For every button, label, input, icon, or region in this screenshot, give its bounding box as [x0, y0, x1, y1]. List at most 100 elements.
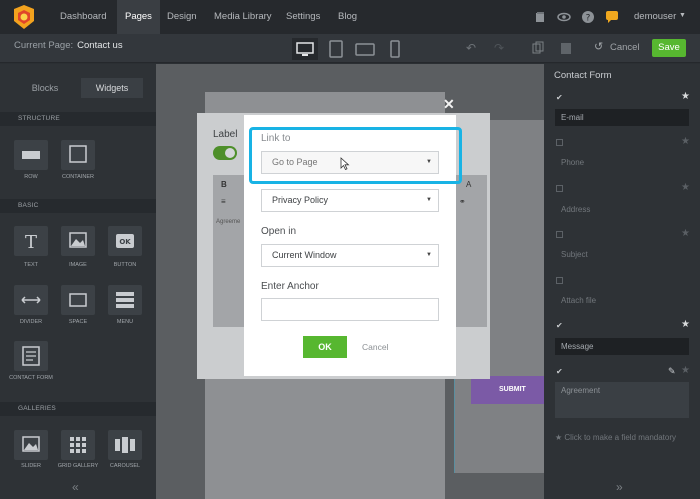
checkbox-email[interactable]: ✔ — [556, 94, 563, 102]
nav-dashboard[interactable]: Dashboard — [60, 0, 106, 34]
field-agreement[interactable]: Agreement — [555, 382, 689, 418]
nav-media-library[interactable]: Media Library — [214, 0, 272, 34]
svg-text:OK: OK — [119, 238, 131, 246]
widget-divider-label: DIVIDER — [19, 319, 43, 325]
toggle-knob — [225, 148, 235, 158]
star-icon[interactable]: ★ — [681, 228, 690, 239]
link-icon[interactable]: ⚭ — [459, 197, 466, 206]
checkbox-address[interactable] — [556, 185, 563, 192]
collapse-right-icon[interactable]: » — [616, 480, 623, 494]
widget-menu-label: MENU — [116, 319, 134, 325]
user-menu[interactable]: demouser — [634, 0, 676, 34]
copy-icon[interactable] — [532, 41, 544, 55]
submit-button-preview: SUBMIT — [471, 376, 544, 404]
field-email[interactable]: E-mail — [555, 109, 689, 126]
widget-slider-label: SLIDER — [21, 463, 41, 469]
section-galleries[interactable]: GALLERIES — [0, 402, 156, 416]
edit-icon[interactable]: ✎ — [668, 366, 676, 377]
field-subject[interactable]: Subject — [555, 246, 689, 263]
widget-row-label: ROW — [24, 174, 38, 180]
chevron-down-icon[interactable]: ▼ — [679, 12, 686, 19]
anchor-label: Enter Anchor — [261, 281, 319, 292]
help-icon[interactable]: ? — [581, 10, 595, 24]
current-page-indicator: Current Page: Contact us — [14, 40, 123, 51]
widget-space-label: SPACE — [68, 319, 88, 325]
text-color-icon[interactable]: A — [466, 180, 471, 189]
chevron-down-icon: ▼ — [426, 252, 432, 258]
widget-image[interactable] — [61, 226, 95, 256]
page-select[interactable]: Privacy Policy ▼ — [261, 189, 439, 212]
widget-container-label: CONTAINER — [62, 174, 94, 180]
redo-icon[interactable]: ↷ — [494, 41, 504, 55]
chevron-down-icon: ▼ — [426, 197, 432, 203]
chat-icon[interactable] — [605, 10, 619, 24]
properties-title: Contact Form — [554, 70, 612, 81]
text-icon: T — [25, 232, 37, 253]
label-heading: Label — [213, 129, 238, 140]
mobile-view-icon[interactable] — [382, 38, 408, 60]
slider-icon — [22, 436, 40, 452]
widget-carousel[interactable] — [108, 430, 142, 460]
star-icon[interactable]: ★ — [681, 365, 690, 376]
tab-widgets[interactable]: Widgets — [81, 78, 143, 98]
widget-text[interactable]: T — [14, 226, 48, 256]
cancel-button[interactable]: Cancel — [610, 42, 640, 53]
star-icon[interactable]: ★ — [681, 136, 690, 147]
close-icon[interactable]: ✕ — [443, 96, 455, 113]
app-logo[interactable] — [12, 5, 36, 29]
widget-slider[interactable] — [14, 430, 48, 460]
divider-icon — [21, 296, 41, 304]
tablet-landscape-view-icon[interactable] — [352, 38, 378, 60]
tab-blocks[interactable]: Blocks — [14, 78, 76, 98]
ok-button[interactable]: OK — [303, 336, 347, 358]
open-in-label: Open in — [261, 226, 297, 237]
undo-icon[interactable]: ↶ — [466, 41, 476, 55]
save-button[interactable]: Save — [652, 39, 686, 57]
widget-button-label: BUTTON — [113, 262, 137, 268]
field-address[interactable]: Address — [555, 201, 689, 218]
section-basic[interactable]: BASIC — [0, 199, 156, 213]
widget-grid-gallery[interactable] — [61, 430, 95, 460]
nav-settings[interactable]: Settings — [286, 0, 320, 34]
row-icon — [22, 151, 40, 159]
star-icon[interactable]: ★ — [681, 182, 690, 193]
checkbox-phone[interactable] — [556, 139, 563, 146]
books-icon[interactable] — [533, 10, 547, 24]
nav-design[interactable]: Design — [167, 0, 197, 34]
cancel-link[interactable]: Cancel — [362, 342, 388, 352]
nav-pages[interactable]: Pages — [117, 0, 160, 34]
checkbox-agreement[interactable]: ✔ — [556, 368, 563, 376]
open-in-select[interactable]: Current Window ▼ — [261, 244, 439, 267]
image-icon — [69, 232, 87, 248]
widget-menu[interactable] — [108, 285, 142, 315]
widget-divider[interactable] — [14, 285, 48, 315]
eye-icon[interactable] — [557, 10, 571, 24]
checkbox-message[interactable]: ✔ — [556, 322, 563, 330]
widget-button[interactable]: OK — [108, 226, 142, 256]
revert-icon[interactable]: ↺ — [594, 40, 603, 53]
field-phone[interactable]: Phone — [555, 154, 689, 171]
tablet-view-icon[interactable] — [323, 38, 349, 60]
collapse-left-icon[interactable]: « — [72, 480, 79, 494]
widget-contact-form[interactable] — [14, 341, 48, 371]
desktop-view-icon[interactable] — [292, 38, 318, 60]
field-attach-file[interactable]: Attach file — [555, 292, 689, 309]
paste-icon[interactable] — [560, 41, 572, 55]
star-icon[interactable]: ★ — [681, 91, 690, 102]
star-icon: ★ — [555, 433, 565, 442]
bold-icon[interactable]: B — [221, 180, 227, 189]
checkbox-attach-file[interactable] — [556, 277, 563, 284]
nav-blog[interactable]: Blog — [338, 0, 357, 34]
widget-container[interactable] — [61, 140, 95, 170]
field-message[interactable]: Message — [555, 338, 689, 355]
focus-highlight — [249, 127, 462, 184]
anchor-input[interactable] — [261, 298, 439, 321]
widget-row[interactable] — [14, 140, 48, 170]
section-structure[interactable]: STRUCTURE — [0, 112, 156, 126]
align-left-icon[interactable]: ≡ — [221, 197, 226, 206]
checkbox-subject[interactable] — [556, 231, 563, 238]
star-icon[interactable]: ★ — [681, 319, 690, 330]
current-page-value[interactable]: Contact us — [77, 40, 122, 51]
widget-space[interactable] — [61, 285, 95, 315]
mandatory-hint: ★ Click to make a field mandatory — [555, 432, 695, 444]
